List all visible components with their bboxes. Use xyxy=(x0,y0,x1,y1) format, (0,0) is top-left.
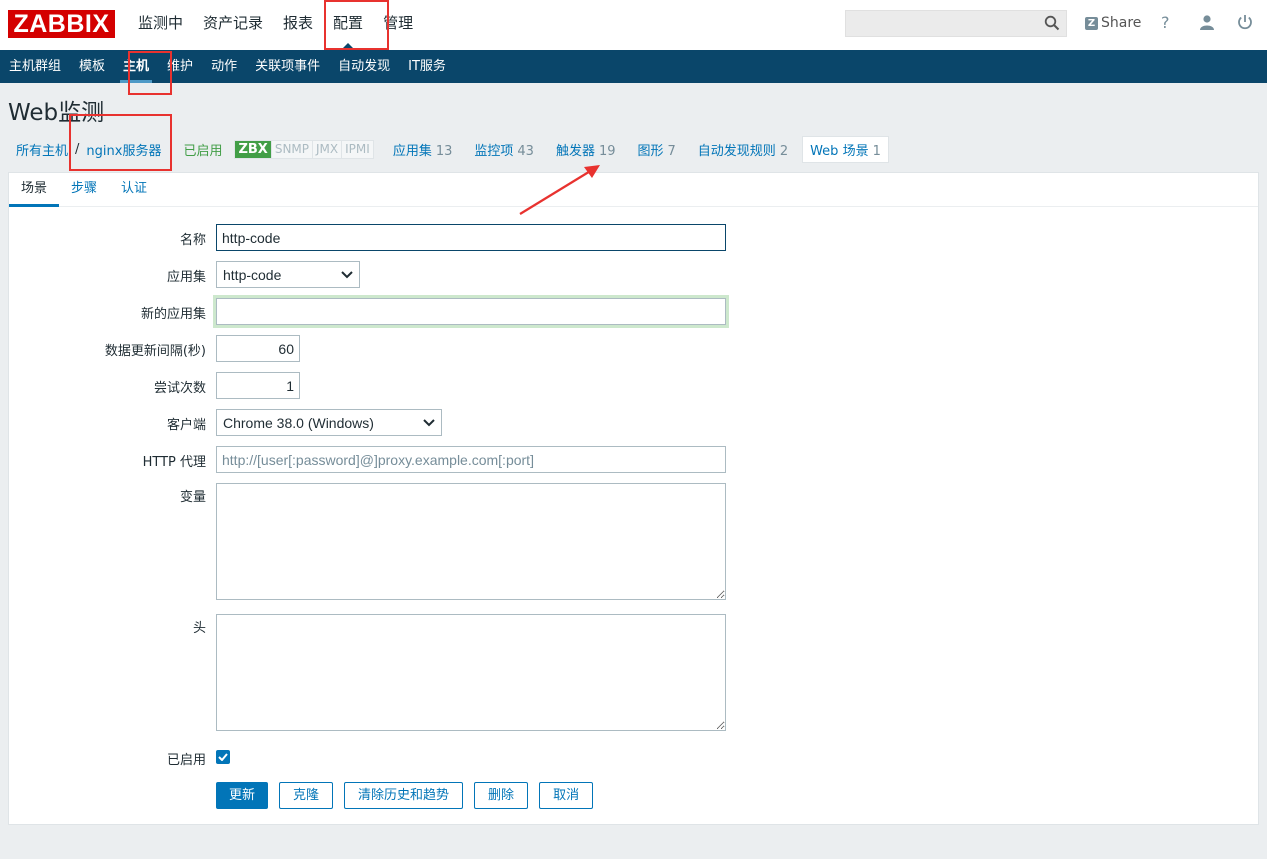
update-button[interactable]: 更新 xyxy=(216,782,269,809)
update-interval-label: 数据更新间隔(秒) xyxy=(104,344,206,359)
menu-reports[interactable]: 报表 xyxy=(273,0,323,50)
annotation-box-host-name xyxy=(69,114,172,171)
share-button[interactable]: Z Share xyxy=(1085,15,1141,31)
new-application-input[interactable] xyxy=(216,298,726,325)
top-bar: ZABBIX 监测中 资产记录 报表 配置 管理 Z Share ? xyxy=(0,0,1267,50)
submenu-discovery[interactable]: 自动发现 xyxy=(329,50,399,83)
name-input[interactable] xyxy=(216,224,726,251)
submenu-templates[interactable]: 模板 xyxy=(70,50,114,83)
variables-label: 变量 xyxy=(179,490,206,505)
clone-button[interactable]: 克隆 xyxy=(279,782,334,809)
attempts-input[interactable] xyxy=(216,372,300,399)
sub-menu: 主机群组 模板 主机 维护 动作 关联项事件 自动发现 IT服务 xyxy=(0,50,1267,83)
badge-zbx: ZBX xyxy=(235,140,271,158)
delete-button[interactable]: 删除 xyxy=(474,782,529,809)
link-graphs[interactable]: 图形 7 xyxy=(638,140,676,159)
agent-select-value: Chrome 38.0 (Windows) xyxy=(223,414,374,431)
link-items[interactable]: 监控项 43 xyxy=(474,140,534,159)
application-select[interactable]: http-code xyxy=(216,261,360,288)
cancel-button[interactable]: 取消 xyxy=(539,782,594,809)
menu-monitoring[interactable]: 监测中 xyxy=(128,0,193,50)
search-input[interactable] xyxy=(845,10,1067,37)
link-discovery-rules[interactable]: 自动发现规则 2 xyxy=(698,140,788,159)
submenu-correlation[interactable]: 关联项事件 xyxy=(246,50,329,83)
badge-jmx: JMX xyxy=(312,140,342,158)
tab-scenario[interactable]: 场景 xyxy=(9,173,60,207)
application-label: 应用集 xyxy=(166,270,206,285)
badge-ipmi: IPMI xyxy=(341,140,373,158)
form-buttons: 更新 克隆 清除历史和趋势 删除 取消 xyxy=(216,782,604,809)
share-label: Share xyxy=(1101,15,1142,31)
annotation-box-configuration xyxy=(324,0,389,50)
chevron-down-icon xyxy=(423,418,435,426)
headers-label: 头 xyxy=(192,621,206,636)
clear-history-button[interactable]: 清除历史和趋势 xyxy=(344,782,464,809)
headers-textarea[interactable] xyxy=(216,614,726,731)
help-button[interactable]: ? xyxy=(1161,13,1170,32)
checkmark-icon xyxy=(218,753,228,761)
host-status[interactable]: 已启用 xyxy=(183,140,222,159)
user-profile-icon[interactable] xyxy=(1199,14,1215,34)
form-tabs: 场景 步骤 认证 xyxy=(9,173,1258,207)
search-icon[interactable] xyxy=(1044,15,1060,35)
badge-snmp: SNMP xyxy=(270,140,313,158)
submenu-it-services[interactable]: IT服务 xyxy=(399,50,455,83)
enabled-label: 已启用 xyxy=(166,753,206,768)
breadcrumb-all-hosts[interactable]: 所有主机 xyxy=(16,140,68,159)
application-select-value: http-code xyxy=(223,266,282,283)
update-interval-input[interactable] xyxy=(216,335,300,362)
zabbix-share-icon: Z xyxy=(1085,16,1098,30)
http-proxy-input[interactable] xyxy=(216,446,726,473)
variables-textarea[interactable] xyxy=(216,483,726,600)
attempts-label: 尝试次数 xyxy=(153,381,206,396)
sign-out-icon[interactable] xyxy=(1237,14,1253,34)
agent-select[interactable]: Chrome 38.0 (Windows) xyxy=(216,409,442,436)
agent-label: 客户端 xyxy=(166,418,206,433)
new-application-label: 新的应用集 xyxy=(140,307,206,322)
form-panel: 场景 步骤 认证 名称 应用集 http-code 新的应用集 数据更新间隔(秒… xyxy=(8,172,1259,825)
submenu-actions[interactable]: 动作 xyxy=(202,50,246,83)
http-proxy-label: HTTP 代理 xyxy=(142,455,206,470)
zabbix-logo[interactable]: ZABBIX xyxy=(8,10,115,38)
link-applications[interactable]: 应用集 13 xyxy=(393,140,453,159)
annotation-box-hosts xyxy=(128,51,172,95)
link-triggers[interactable]: 触发器 19 xyxy=(556,140,616,159)
tab-steps[interactable]: 步骤 xyxy=(59,173,109,207)
chevron-down-icon xyxy=(341,270,353,278)
submenu-host-groups[interactable]: 主机群组 xyxy=(0,50,70,83)
breadcrumb: 所有主机 / nginx服务器 已启用 ZBX SNMP JMX IPMI 应用… xyxy=(8,129,1258,169)
availability-badges: ZBX SNMP JMX IPMI xyxy=(234,139,374,159)
link-web-scenarios[interactable]: Web 场景 1 xyxy=(802,135,889,163)
menu-inventory[interactable]: 资产记录 xyxy=(193,0,273,50)
tab-authentication[interactable]: 认证 xyxy=(109,173,159,207)
name-label: 名称 xyxy=(179,233,206,248)
annotation-arrow-icon xyxy=(519,165,600,215)
enabled-checkbox[interactable] xyxy=(216,750,230,764)
